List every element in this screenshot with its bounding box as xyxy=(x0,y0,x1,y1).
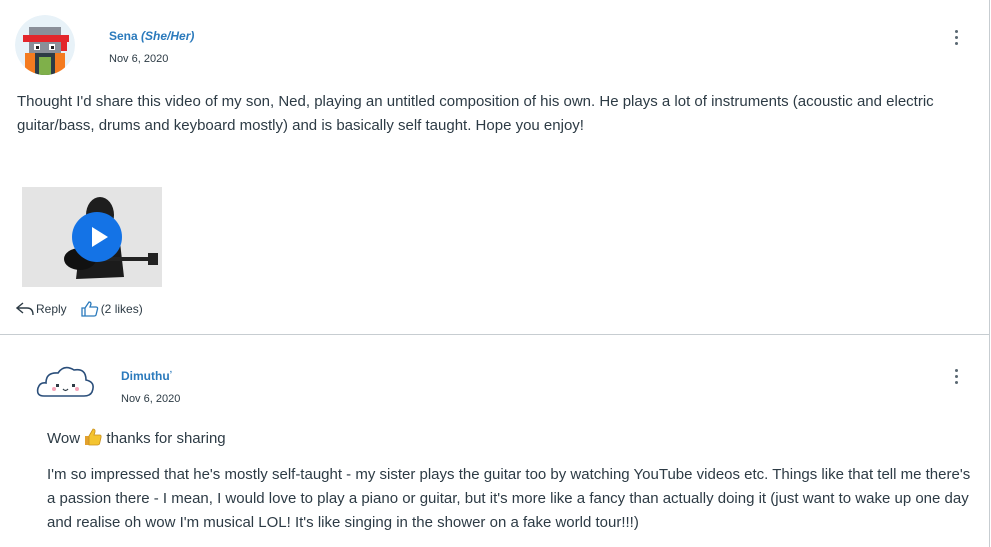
cat-avatar-icon xyxy=(15,15,75,75)
like-button[interactable]: (2 likes) xyxy=(81,301,143,317)
author-name-text[interactable]: Dimuthu xyxy=(121,369,170,383)
thumbs-up-emoji-icon xyxy=(85,428,102,446)
discussion-reply: Dimuthuʼ Nov 6, 2020 Wow thanks for shar… xyxy=(0,335,990,547)
post-paragraph: Thought I'd share this video of my son, … xyxy=(17,93,934,134)
post-date: Nov 6, 2020 xyxy=(121,393,181,405)
author-name[interactable]: Sena (She/Her) xyxy=(109,29,194,43)
author-pronouns: (She/Her) xyxy=(141,29,195,43)
author-name[interactable]: Dimuthuʼ xyxy=(121,369,172,383)
author-name-text[interactable]: Sena xyxy=(109,29,138,43)
post-actions: Reply (2 likes) xyxy=(16,301,143,317)
avatar[interactable] xyxy=(15,15,75,75)
reply-arrow-icon xyxy=(16,302,34,316)
avatar[interactable] xyxy=(34,350,98,414)
post-paragraph: I'm so impressed that he's mostly self-t… xyxy=(47,466,971,531)
post-message: Wow thanks for sharing I'm so impressed … xyxy=(47,427,977,535)
author-suffix: ʼ xyxy=(169,369,173,379)
greeting-text: Wow xyxy=(47,430,81,447)
greeting-rest: thanks for sharing xyxy=(106,430,226,447)
post-date: Nov 6, 2020 xyxy=(109,53,169,65)
reply-label[interactable]: Reply xyxy=(36,302,67,316)
play-icon[interactable] xyxy=(72,212,122,262)
post-message: Thought I'd share this video of my son, … xyxy=(17,90,967,138)
greeting-line: Wow thanks for sharing xyxy=(47,427,977,451)
reply-button[interactable]: Reply xyxy=(16,302,67,316)
kebab-menu-icon[interactable] xyxy=(953,369,959,387)
discussion-entry: Sena (She/Her) Nov 6, 2020 Thought I'd s… xyxy=(0,0,990,335)
kebab-menu-icon[interactable] xyxy=(953,30,959,48)
cloud-avatar-icon xyxy=(34,350,98,414)
video-thumbnail[interactable] xyxy=(22,187,162,287)
thumbs-up-icon xyxy=(81,301,98,317)
likes-count[interactable]: (2 likes) xyxy=(101,302,143,316)
